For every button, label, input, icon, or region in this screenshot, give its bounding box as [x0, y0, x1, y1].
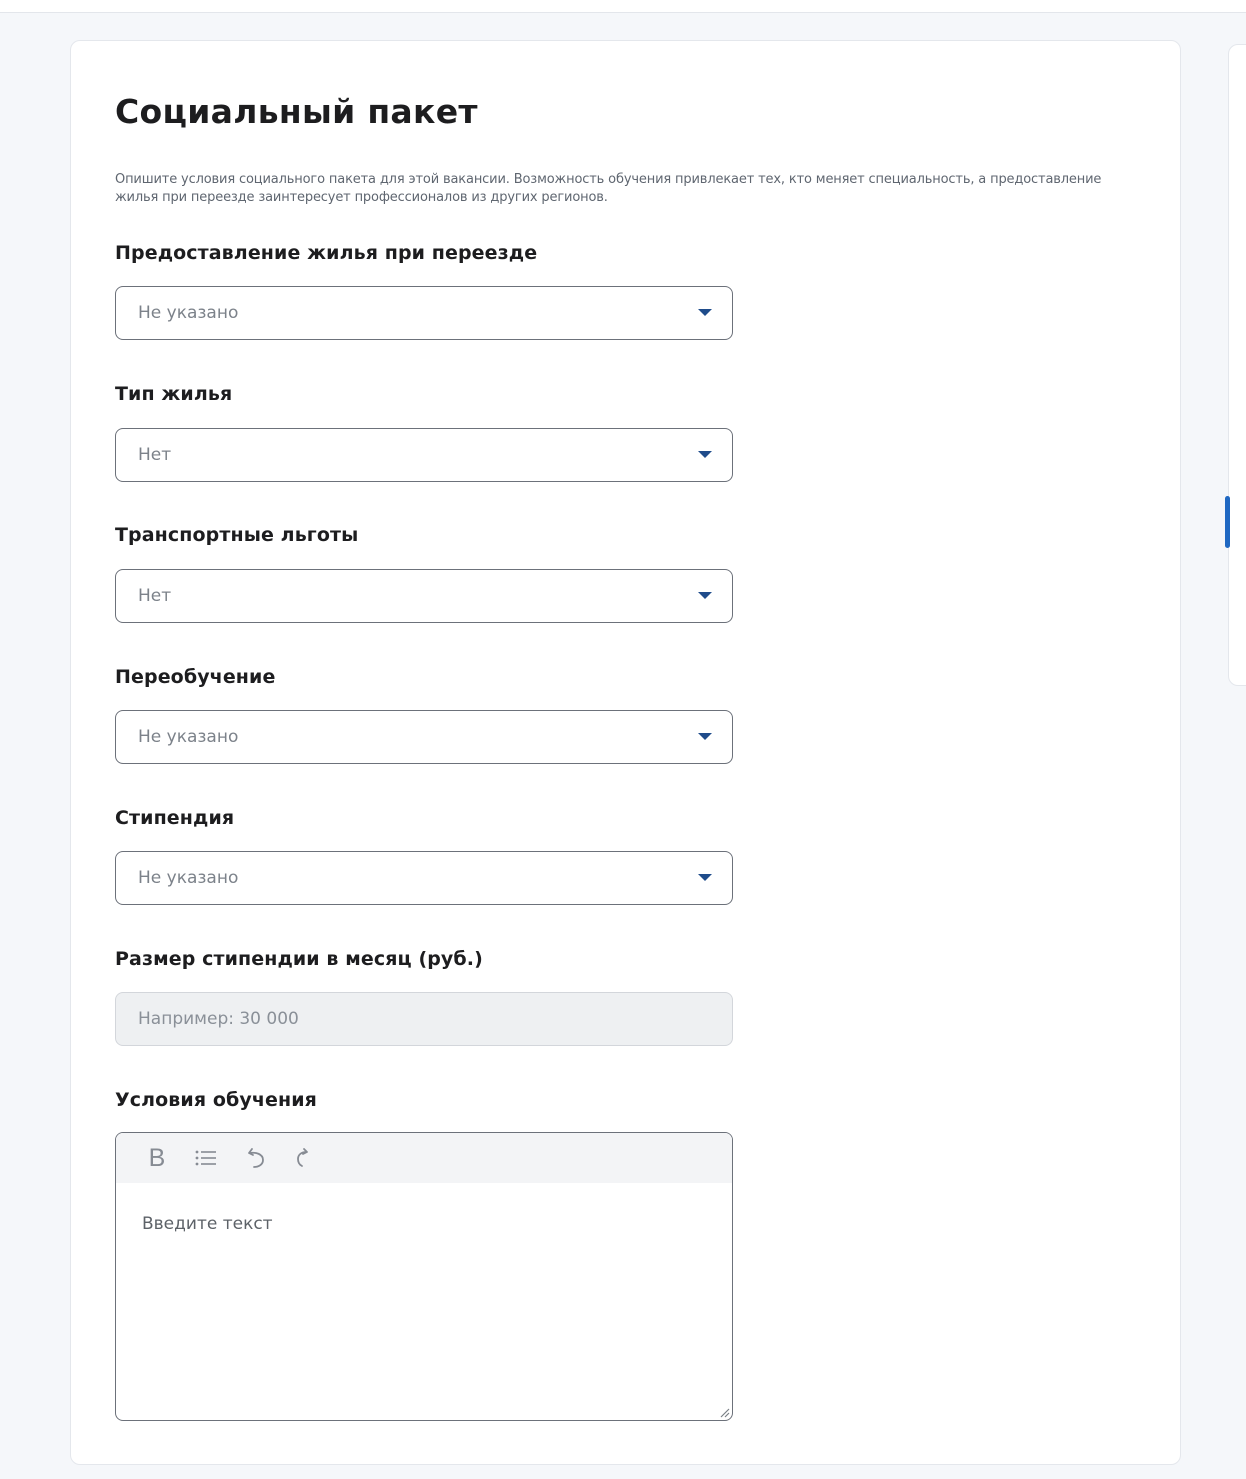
chevron-down-icon [698, 309, 712, 316]
housing-relocation-select[interactable]: Не указано [115, 286, 733, 340]
housing-relocation-value: Не указано [138, 303, 239, 323]
chevron-down-icon [698, 592, 712, 599]
redo-icon[interactable] [288, 1143, 318, 1173]
retraining-select[interactable]: Не указано [115, 710, 733, 764]
scholarship-amount-label: Размер стипендии в месяц (руб.) [115, 948, 483, 970]
transport-benefits-label: Транспортные льготы [115, 524, 359, 546]
page-title: Социальный пакет [115, 92, 478, 131]
scholarship-select[interactable]: Не указано [115, 851, 733, 905]
retraining-value: Не указано [138, 727, 239, 747]
training-conditions-editor[interactable]: B Введите текст [115, 1132, 733, 1421]
training-conditions-label: Условия обучения [115, 1089, 317, 1111]
editor-toolbar: B [116, 1133, 732, 1183]
top-bar [0, 0, 1246, 13]
side-panel [1228, 44, 1246, 686]
housing-type-select[interactable]: Нет [115, 428, 733, 482]
scholarship-label: Стипендия [115, 807, 235, 829]
transport-benefits-value: Нет [138, 586, 172, 606]
chevron-down-icon [698, 451, 712, 458]
housing-type-label: Тип жилья [115, 383, 233, 405]
chevron-down-icon [698, 733, 712, 740]
editor-placeholder: Введите текст [142, 1214, 273, 1234]
undo-icon[interactable] [242, 1143, 272, 1173]
page-description: Опишите условия социального пакета для э… [115, 172, 1102, 205]
resize-handle-icon[interactable] [718, 1406, 730, 1418]
bold-icon[interactable]: B [142, 1143, 172, 1173]
scholarship-amount-input[interactable] [115, 992, 733, 1046]
retraining-label: Переобучение [115, 666, 276, 688]
side-panel-active-marker [1225, 496, 1230, 548]
transport-benefits-select[interactable]: Нет [115, 569, 733, 623]
scholarship-value: Не указано [138, 868, 239, 888]
list-icon[interactable] [191, 1143, 221, 1173]
housing-relocation-label: Предоставление жилья при переезде [115, 242, 538, 264]
chevron-down-icon [698, 874, 712, 881]
housing-type-value: Нет [138, 445, 172, 465]
